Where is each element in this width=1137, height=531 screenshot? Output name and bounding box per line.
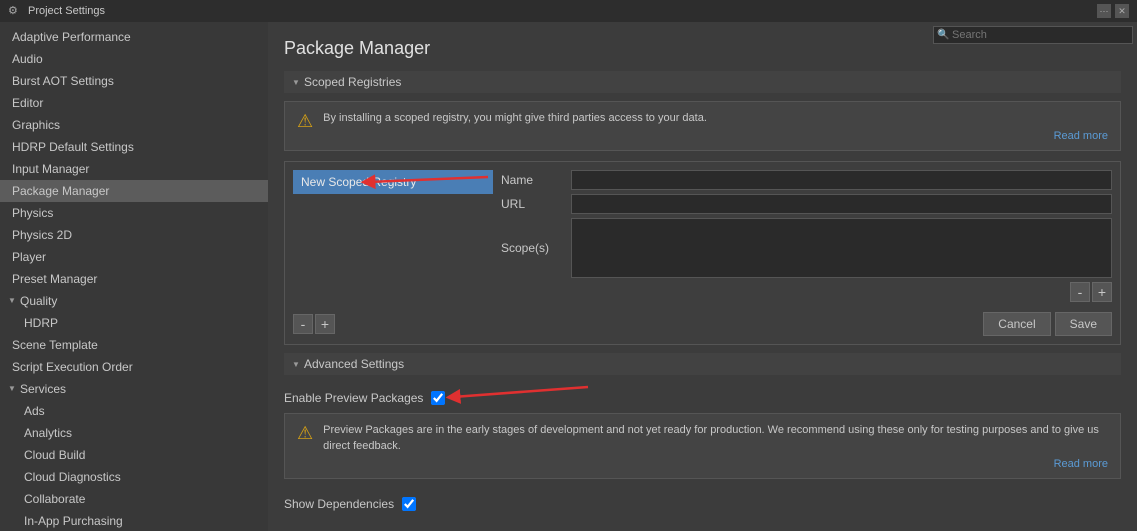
preview-warning-text: Preview Packages are in the early stages… [323,422,1108,454]
registry-list: New Scoped Registry [293,170,493,302]
content-area: 🔍 Package Manager ▼ Scoped Registries ⚠ … [268,22,1137,531]
cancel-button[interactable]: Cancel [983,312,1050,336]
advanced-settings-label: Advanced Settings [304,357,404,371]
url-row: URL [501,194,1112,214]
warning-content: By installing a scoped registry, you mig… [323,110,1108,142]
enable-preview-label: Enable Preview Packages [284,391,423,405]
advanced-settings-header[interactable]: ▼ Advanced Settings [284,353,1121,375]
main-container: Adaptive Performance Audio Burst AOT Set… [0,22,1137,531]
sidebar-item-player[interactable]: Player [0,246,268,268]
sidebar-section-services-label: Services [20,380,66,398]
sidebar-item-collaborate[interactable]: Collaborate [0,488,268,510]
list-controls: - + [293,314,335,334]
settings-icon: ⚙ [8,4,22,18]
scope-minus-button[interactable]: - [1070,282,1090,302]
save-button[interactable]: Save [1055,312,1112,336]
scoped-registries-expand-icon: ▼ [292,78,302,87]
bottom-controls: - + Cancel Save [293,312,1112,336]
search-input[interactable] [933,26,1133,44]
sidebar-section-quality-label: Quality [20,292,57,310]
scopes-controls: - + [501,282,1112,302]
preview-warning-box: ⚠ Preview Packages are in the early stag… [284,413,1121,479]
close-button[interactable]: ✕ [1115,4,1129,18]
titlebar: ⚙ Project Settings ⋯ ✕ [0,0,1137,22]
window-controls: ⋯ ✕ [1097,4,1129,18]
sidebar: Adaptive Performance Audio Burst AOT Set… [0,22,268,531]
sidebar-item-hdrp[interactable]: HDRP [0,312,268,334]
sidebar-item-graphics[interactable]: Graphics [0,114,268,136]
sidebar-item-audio[interactable]: Audio [0,48,268,70]
sidebar-item-scene-template[interactable]: Scene Template [0,334,268,356]
sidebar-item-burst-aot-settings[interactable]: Burst AOT Settings [0,70,268,92]
enable-preview-checkbox[interactable] [431,391,445,405]
scoped-registries-warning: ⚠ By installing a scoped registry, you m… [284,101,1121,151]
action-buttons: Cancel Save [983,312,1112,336]
new-scoped-registry-item[interactable]: New Scoped Registry [293,170,493,194]
search-wrapper: 🔍 [933,26,1133,44]
read-more-link[interactable]: Read more [323,130,1108,142]
sidebar-item-ads[interactable]: Ads [0,400,268,422]
enable-preview-row: Enable Preview Packages [284,383,1121,413]
sidebar-item-script-execution-order[interactable]: Script Execution Order [0,356,268,378]
registry-form: Name URL Scope(s) - + [501,170,1112,302]
scoped-registries-header[interactable]: ▼ Scoped Registries [284,71,1121,93]
sidebar-item-hdrp-default-settings[interactable]: HDRP Default Settings [0,136,268,158]
name-row: Name [501,170,1112,190]
list-minus-button[interactable]: - [293,314,313,334]
search-icon: 🔍 [937,30,949,41]
sidebar-item-physics-2d[interactable]: Physics 2D [0,224,268,246]
scopes-row: Scope(s) [501,218,1112,278]
sidebar-item-cloud-diagnostics[interactable]: Cloud Diagnostics [0,466,268,488]
list-plus-button[interactable]: + [315,314,335,334]
sidebar-item-adaptive-performance[interactable]: Adaptive Performance [0,26,268,48]
sidebar-item-analytics[interactable]: Analytics [0,422,268,444]
sidebar-item-in-app-purchasing[interactable]: In-App Purchasing [0,510,268,531]
registry-area: New Scoped Registry Name URL Scope(s) [293,170,1112,302]
show-dependencies-checkbox[interactable] [402,497,416,511]
sidebar-item-package-manager[interactable]: Package Manager [0,180,268,202]
sidebar-section-quality[interactable]: ▼ Quality [0,290,268,312]
warning-text: By installing a scoped registry, you mig… [323,110,1108,126]
services-expand-icon: ▼ [8,380,18,398]
sidebar-item-editor[interactable]: Editor [0,92,268,114]
search-container: 🔍 [933,26,1133,44]
sidebar-item-input-manager[interactable]: Input Manager [0,158,268,180]
quality-expand-icon: ▼ [8,292,18,310]
name-input[interactable] [571,170,1112,190]
preview-warning-content: Preview Packages are in the early stages… [323,422,1108,470]
show-dependencies-row: Show Dependencies [284,489,1121,519]
scopes-input[interactable] [571,218,1112,278]
preview-read-more-link[interactable]: Read more [323,458,1108,470]
scoped-registries-label: Scoped Registries [304,75,401,89]
advanced-expand-icon: ▼ [292,360,302,369]
url-label: URL [501,197,571,211]
advanced-section: ▼ Advanced Settings Enable Preview Packa… [284,353,1121,519]
window-title: Project Settings [28,5,1097,17]
preview-warning-icon: ⚠ [297,423,313,444]
scope-plus-button[interactable]: + [1092,282,1112,302]
warning-icon: ⚠ [297,111,313,132]
scoped-form-area: New Scoped Registry Name URL Scope(s) [284,161,1121,345]
show-dependencies-label: Show Dependencies [284,497,394,511]
sidebar-item-physics[interactable]: Physics [0,202,268,224]
minimize-button[interactable]: ⋯ [1097,4,1111,18]
url-input[interactable] [571,194,1112,214]
name-label: Name [501,173,571,187]
sidebar-section-services[interactable]: ▼ Services [0,378,268,400]
sidebar-item-preset-manager[interactable]: Preset Manager [0,268,268,290]
sidebar-item-cloud-build[interactable]: Cloud Build [0,444,268,466]
scopes-label: Scope(s) [501,241,571,255]
